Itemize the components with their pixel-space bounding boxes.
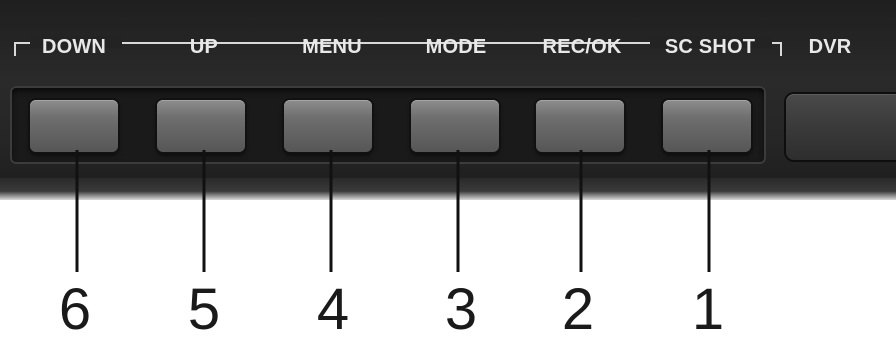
callout-number-1: 1 <box>691 277 725 342</box>
device-panel: DOWN UP MENU MODE REC/OK SC SHOT DVR <box>0 0 896 200</box>
sc-shot-button[interactable] <box>663 100 751 152</box>
callout-line-6 <box>75 150 79 272</box>
label-mode: MODE <box>425 36 487 58</box>
callout-number-3: 3 <box>444 277 478 342</box>
callout-line-4 <box>329 150 333 272</box>
menu-button[interactable] <box>284 100 372 152</box>
label-dvr: DVR <box>808 36 852 58</box>
label-up: UP <box>189 36 219 58</box>
callout-line-2 <box>579 150 583 272</box>
label-menu: MENU <box>302 36 362 58</box>
callout-number-6: 6 <box>58 277 92 342</box>
label-down: DOWN <box>41 36 107 58</box>
callout-line-1 <box>707 150 711 272</box>
callout-line-5 <box>202 150 206 272</box>
callout-number-4: 4 <box>316 277 350 342</box>
panel-edge <box>0 178 896 200</box>
button-recess <box>10 86 766 164</box>
up-button[interactable] <box>157 100 245 152</box>
callout-number-2: 2 <box>561 277 595 342</box>
callout-number-5: 5 <box>187 277 221 342</box>
label-rec-ok: REC/OK <box>542 36 622 58</box>
mode-button[interactable] <box>411 100 499 152</box>
down-button[interactable] <box>30 100 118 152</box>
dvr-button[interactable] <box>786 94 896 160</box>
rec-ok-button[interactable] <box>536 100 624 152</box>
label-sc-shot: SC SHOT <box>664 36 756 58</box>
callout-line-3 <box>456 150 460 272</box>
